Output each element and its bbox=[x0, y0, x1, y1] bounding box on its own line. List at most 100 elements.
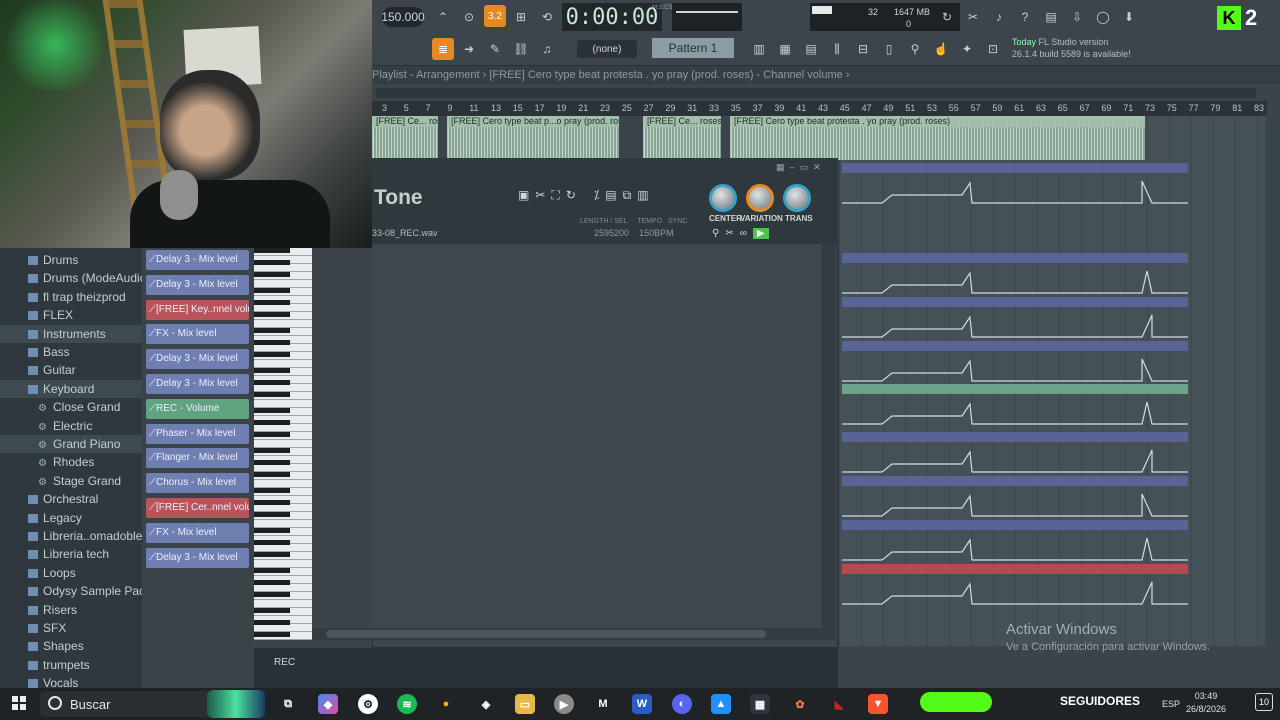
channel-button[interactable]: ⟋Delay 3 - Mix level bbox=[146, 374, 249, 394]
automation-curve[interactable] bbox=[842, 486, 1188, 518]
brush-icon[interactable]: ✎ bbox=[484, 38, 506, 60]
blend-notes-icon[interactable]: ⊞ bbox=[510, 6, 532, 28]
edit-icon[interactable]: ▥ bbox=[637, 188, 648, 203]
channel-button[interactable]: ⟋Delay 3 - Mix level bbox=[146, 349, 249, 370]
channel-button[interactable]: ⟋REC - Volume bbox=[146, 398, 249, 419]
browser-folder[interactable]: Orchestral bbox=[0, 490, 142, 508]
scissors-icon[interactable]: ✂ bbox=[725, 228, 733, 239]
automation-curve[interactable] bbox=[842, 574, 1188, 606]
play-toggle-icon[interactable]: ▶ bbox=[752, 228, 769, 239]
browser-folder[interactable]: Bass bbox=[0, 343, 142, 361]
browser-preset[interactable]: ⚙ Electric bbox=[0, 417, 142, 435]
capcut-icon[interactable]: M bbox=[593, 694, 613, 714]
settings-app-icon[interactable]: ⚙ bbox=[358, 694, 378, 714]
word-icon[interactable]: W bbox=[632, 694, 652, 714]
rec-track-label[interactable]: REC bbox=[274, 657, 295, 668]
browser-preset[interactable]: ⚙ Close Grand bbox=[0, 398, 142, 416]
maximize-icon[interactable]: ▭ bbox=[800, 162, 809, 172]
export-icon[interactable]: ⇩ bbox=[1066, 6, 1088, 28]
browser-preset[interactable]: ⚙ Grand Piano bbox=[0, 435, 142, 453]
bell-icon[interactable]: ♫ bbox=[536, 38, 558, 60]
automation-curve[interactable] bbox=[842, 307, 1188, 339]
browser-folder[interactable]: Guitar bbox=[0, 361, 142, 379]
mixer-icon[interactable]: ⫼ bbox=[826, 38, 848, 60]
windows-start-icon[interactable] bbox=[12, 696, 26, 710]
forward-icon[interactable]: ➜ bbox=[458, 38, 480, 60]
browser-folder[interactable]: Risers bbox=[0, 601, 142, 619]
edison-vertical-scrollbar[interactable] bbox=[822, 244, 836, 630]
browser-icon[interactable]: ⊟ bbox=[852, 38, 874, 60]
weather-widget-icon[interactable] bbox=[207, 690, 265, 718]
calculator-icon[interactable]: ▦ bbox=[750, 694, 770, 714]
channel-button[interactable]: ⟋Phaser - Mix level bbox=[146, 423, 249, 444]
channel-button[interactable]: ⟋Flanger - Mix level bbox=[146, 448, 249, 469]
channel-button[interactable]: ⟋Delay 3 - Mix level bbox=[146, 547, 249, 568]
edison-waveform-area[interactable] bbox=[372, 244, 822, 630]
security-icon[interactable]: ◈ bbox=[476, 694, 496, 714]
channel-button[interactable]: ⟋[FREE] Key..nnel volume bbox=[146, 299, 249, 320]
browser-folder[interactable]: Odysy Sample Pack 1 bbox=[0, 582, 142, 600]
automation-clip-header[interactable] bbox=[842, 384, 1188, 394]
brave-icon[interactable]: ▼ bbox=[868, 694, 888, 714]
song-time-display[interactable]: 0:00:00 bbox=[562, 3, 662, 31]
automation-curve[interactable] bbox=[842, 351, 1188, 383]
system-clock[interactable]: 03:49 26/8/2026 bbox=[1186, 690, 1226, 716]
browser-preset[interactable]: ⚙ Stage Grand bbox=[0, 472, 142, 490]
browser-folder[interactable]: Drums bbox=[0, 251, 142, 269]
pattern-name[interactable]: Pattern 1 bbox=[652, 38, 734, 58]
media-player-icon[interactable]: ▶ bbox=[554, 694, 574, 714]
automation-clip-header[interactable] bbox=[842, 253, 1188, 263]
channel-rack-icon[interactable]: ▦ bbox=[774, 38, 796, 60]
automation-curve[interactable] bbox=[842, 263, 1188, 295]
automation-curve[interactable] bbox=[842, 394, 1188, 426]
news-panel[interactable]: Today FL Studio version 26.1.4 build 558… bbox=[1012, 36, 1152, 64]
grid-icon[interactable]: ▦ bbox=[776, 162, 785, 172]
metronome-icon[interactable]: ⌃ bbox=[432, 6, 454, 28]
audio-clip[interactable]: [FREE] Ce... roses] bbox=[372, 116, 438, 160]
spotify-icon[interactable]: ≋ bbox=[397, 694, 417, 714]
browser-folder[interactable]: fl trap theizprod bbox=[0, 288, 142, 306]
channel-button[interactable]: ⟋FX - Mix level bbox=[146, 324, 249, 345]
center-knob[interactable] bbox=[709, 184, 737, 212]
browser-folder[interactable]: FLEX bbox=[0, 306, 142, 324]
browser-folder[interactable]: Libreria tech bbox=[0, 545, 142, 563]
browser-folder[interactable]: Loops bbox=[0, 564, 142, 582]
touch-icon[interactable]: ☝ bbox=[930, 38, 952, 60]
copilot-icon[interactable]: ◆ bbox=[318, 694, 338, 714]
chat-icon[interactable]: ◯ bbox=[1092, 6, 1114, 28]
browser-preset[interactable]: ⚙ Rhodes bbox=[0, 453, 142, 471]
game-app-icon[interactable]: ◣ bbox=[829, 694, 849, 714]
fx-icon[interactable]: ✦ bbox=[956, 38, 978, 60]
tempo-display[interactable]: 150.000 bbox=[381, 7, 425, 27]
select-icon[interactable]: ⛶ bbox=[551, 188, 559, 203]
piano-keyboard[interactable] bbox=[254, 248, 312, 640]
browser-folder[interactable]: Legacy bbox=[0, 509, 142, 527]
fl-studio-icon[interactable]: ✿ bbox=[790, 694, 810, 714]
audio-clip[interactable]: [FREE] Ce... roses] bbox=[643, 116, 721, 160]
step-button[interactable]: 3.2 bbox=[484, 5, 506, 27]
channel-button[interactable]: ⟋[FREE] Cer..nnel volume bbox=[146, 498, 249, 518]
close-icon[interactable]: ✕ bbox=[813, 162, 821, 172]
channel-button[interactable]: ⟋Delay 3 - Mix level bbox=[146, 250, 249, 270]
loop-icon[interactable]: ↻ bbox=[566, 188, 576, 203]
save-icon[interactable]: ▣ bbox=[518, 188, 529, 203]
help-icon[interactable]: ? bbox=[1014, 6, 1036, 28]
trans-knob[interactable] bbox=[783, 184, 811, 212]
file-explorer-icon[interactable]: ▭ bbox=[515, 694, 535, 714]
disk-icon[interactable]: ▤ bbox=[605, 188, 616, 203]
photos-icon[interactable]: ▲ bbox=[711, 694, 731, 714]
mixer-view-icon[interactable]: ▥ bbox=[748, 38, 770, 60]
playlist-ruler[interactable]: 3 5 7 9 11 13 15 17 19 21 23 25 27 29 31 33 35 37 39 41 43 45… bbox=[372, 101, 1267, 116]
link-icon[interactable]: ∞ bbox=[740, 228, 747, 239]
automation-clip-header[interactable] bbox=[842, 341, 1188, 351]
save-icon[interactable]: ▤ bbox=[1040, 6, 1062, 28]
automation-curve[interactable] bbox=[842, 530, 1188, 562]
variation-knob[interactable] bbox=[746, 184, 774, 212]
reload-icon[interactable]: ↻ bbox=[936, 6, 958, 28]
audio-clip[interactable]: [FREE] Cero type beat protesta . yo pray… bbox=[730, 116, 1145, 160]
automation-clip-header[interactable] bbox=[842, 163, 1188, 173]
browser-folder[interactable]: Keyboard bbox=[0, 379, 142, 398]
chrome-icon[interactable]: ● bbox=[436, 694, 456, 714]
browser-folder[interactable]: Shapes bbox=[0, 637, 142, 655]
browser-folder[interactable]: Instruments bbox=[0, 324, 142, 343]
